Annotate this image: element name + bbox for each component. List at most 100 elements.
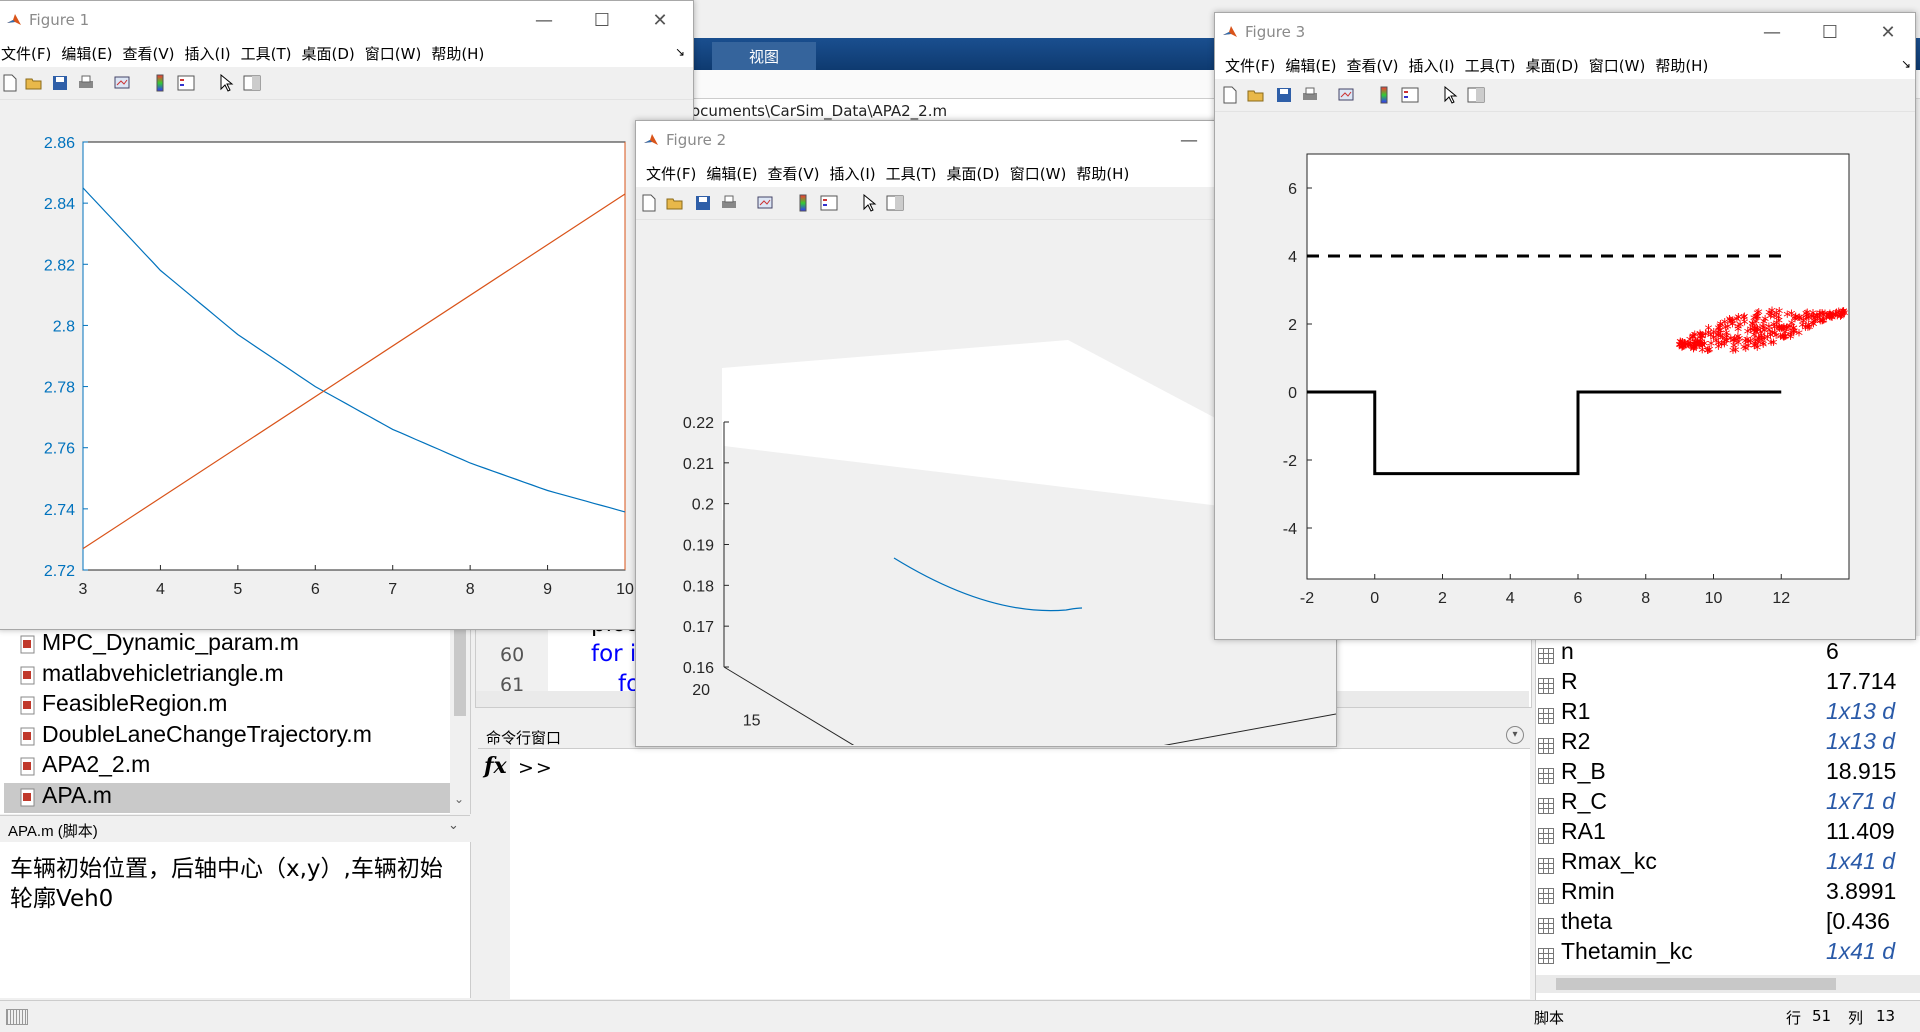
property-editor-icon[interactable] bbox=[1467, 86, 1485, 104]
menu-view[interactable]: 查看(V) bbox=[766, 163, 828, 184]
workspace-row[interactable]: R1 1x13 d bbox=[1536, 698, 1906, 728]
file-item-feasibleregion[interactable]: FeasibleRegion.m bbox=[20, 690, 227, 717]
fx-icon[interactable]: fx bbox=[484, 753, 507, 779]
figure-1-titlebar[interactable]: Figure 1 — ☐ ✕ bbox=[0, 1, 693, 39]
menu-window[interactable]: 窗口(W) bbox=[363, 43, 430, 64]
m-file-icon bbox=[20, 755, 36, 776]
menu-insert[interactable]: 插入(I) bbox=[183, 43, 239, 64]
folder-scroll-thumb[interactable] bbox=[454, 626, 466, 716]
file-item-apa[interactable]: APA.m bbox=[20, 782, 112, 809]
property-editor-icon[interactable] bbox=[243, 74, 261, 92]
new-figure-icon[interactable] bbox=[1, 74, 19, 92]
workspace-row[interactable]: Thetamin_kc 1x41 d bbox=[1536, 938, 1906, 968]
menu-edit[interactable]: 编辑(E) bbox=[59, 43, 120, 64]
open-folder-icon[interactable] bbox=[666, 194, 684, 212]
maximize-icon[interactable]: ☐ bbox=[1813, 19, 1847, 45]
workspace-row[interactable]: n6 bbox=[1536, 638, 1906, 668]
menu-tools[interactable]: 工具(T) bbox=[239, 43, 300, 64]
save-icon[interactable] bbox=[51, 74, 69, 92]
minimize-icon[interactable]: — bbox=[527, 7, 561, 33]
print-icon[interactable] bbox=[720, 194, 738, 212]
open-folder-icon[interactable] bbox=[25, 74, 43, 92]
chevron-down-icon[interactable]: ⌄ bbox=[454, 792, 464, 806]
menu-tools[interactable]: 工具(T) bbox=[884, 163, 945, 184]
link-plot-icon[interactable] bbox=[756, 194, 774, 212]
file-item-apa2-2[interactable]: APA2_2.m bbox=[20, 751, 150, 778]
menu-desktop[interactable]: 桌面(D) bbox=[945, 163, 1008, 184]
menu-edit[interactable]: 编辑(E) bbox=[704, 163, 765, 184]
x-tick-label: 8 bbox=[466, 581, 475, 598]
folder-scrollbar[interactable]: ⌄ bbox=[450, 624, 470, 814]
colorbar-icon[interactable] bbox=[794, 194, 812, 212]
workspace-row[interactable]: R2 1x13 d bbox=[1536, 728, 1906, 758]
file-item-matlabvehicletriangle[interactable]: matlabvehicletriangle.m bbox=[20, 660, 284, 687]
pointer-icon[interactable] bbox=[217, 74, 235, 92]
menu-view[interactable]: 查看(V) bbox=[121, 43, 183, 64]
workspace-row[interactable]: theta [0.436 bbox=[1536, 908, 1906, 938]
menu-insert[interactable]: 插入(I) bbox=[1407, 55, 1463, 76]
figure-3-titlebar[interactable]: Figure 3 — ☐ ✕ bbox=[1215, 13, 1915, 51]
file-item-mpc-dynamic-param[interactable]: MPC_Dynamic_param.m bbox=[20, 629, 299, 656]
var-name: RA1 bbox=[1561, 818, 1606, 844]
colorbar-icon[interactable] bbox=[1375, 86, 1393, 104]
menu-view[interactable]: 查看(V) bbox=[1345, 55, 1407, 76]
status-mode: 脚本 bbox=[1534, 1009, 1565, 1027]
minimize-icon[interactable]: — bbox=[1755, 19, 1789, 45]
menu-help[interactable]: 帮助(H) bbox=[1653, 55, 1716, 76]
workspace-hscrollbar[interactable] bbox=[1536, 975, 1920, 993]
dock-arrow-icon[interactable]: ↘ bbox=[673, 45, 693, 59]
legend-icon[interactable] bbox=[1401, 86, 1419, 104]
close-icon[interactable]: ✕ bbox=[643, 7, 677, 33]
save-icon[interactable] bbox=[694, 194, 712, 212]
legend-icon[interactable] bbox=[820, 194, 838, 212]
marker-point: * bbox=[1790, 320, 1798, 339]
menu-help[interactable]: 帮助(H) bbox=[1074, 163, 1137, 184]
minimize-icon[interactable]: — bbox=[1172, 127, 1206, 153]
menu-help[interactable]: 帮助(H) bbox=[429, 43, 492, 64]
print-icon[interactable] bbox=[77, 74, 95, 92]
property-editor-icon[interactable] bbox=[886, 194, 904, 212]
workspace-scroll-thumb[interactable] bbox=[1556, 978, 1836, 990]
save-icon[interactable] bbox=[1275, 86, 1293, 104]
code-line[interactable]: for i bbox=[591, 641, 636, 667]
panel-menu-icon[interactable]: ▾ bbox=[1506, 726, 1524, 744]
workspace-row[interactable]: R 17.714 bbox=[1536, 668, 1906, 698]
print-icon[interactable] bbox=[1301, 86, 1319, 104]
workspace-row[interactable]: Rmax_kc 1x41 d bbox=[1536, 848, 1906, 878]
open-folder-icon[interactable] bbox=[1247, 86, 1265, 104]
workspace-row[interactable]: RA1 11.409 bbox=[1536, 818, 1906, 848]
ribbon-tab-view[interactable]: 视图 bbox=[712, 42, 816, 70]
close-icon[interactable]: ✕ bbox=[1871, 19, 1905, 45]
command-window[interactable]: fx >> bbox=[478, 749, 1530, 999]
menu-window[interactable]: 窗口(W) bbox=[1587, 55, 1654, 76]
link-plot-icon[interactable] bbox=[113, 74, 131, 92]
new-figure-icon[interactable] bbox=[640, 194, 658, 212]
command-prompt[interactable]: >> bbox=[518, 757, 554, 779]
figure-1-window[interactable]: Figure 1 — ☐ ✕ 文件(F) 编辑(E) 查看(V) 插入(I) 工… bbox=[0, 0, 694, 630]
figure-3-window[interactable]: Figure 3 — ☐ ✕ 文件(F) 编辑(E) 查看(V) 插入(I) 工… bbox=[1214, 12, 1916, 640]
link-plot-icon[interactable] bbox=[1337, 86, 1355, 104]
menu-file[interactable]: 文件(F) bbox=[644, 163, 704, 184]
legend-icon[interactable] bbox=[177, 74, 195, 92]
workspace-row[interactable]: R_B 18.915 bbox=[1536, 758, 1906, 788]
workspace-row[interactable]: Rmin 3.8991 bbox=[1536, 878, 1906, 908]
var-name: R_B bbox=[1561, 758, 1606, 784]
pointer-icon[interactable] bbox=[1441, 86, 1459, 104]
menu-desktop[interactable]: 桌面(D) bbox=[300, 43, 363, 64]
colorbar-icon[interactable] bbox=[151, 74, 169, 92]
menu-tools[interactable]: 工具(T) bbox=[1463, 55, 1524, 76]
dock-arrow-icon[interactable]: ↘ bbox=[1899, 57, 1919, 71]
menu-window[interactable]: 窗口(W) bbox=[1008, 163, 1075, 184]
menu-desktop[interactable]: 桌面(D) bbox=[1524, 55, 1587, 76]
pointer-icon[interactable] bbox=[860, 194, 878, 212]
workspace-row[interactable]: R_C 1x71 d bbox=[1536, 788, 1906, 818]
menu-file[interactable]: 文件(F) bbox=[0, 43, 59, 64]
menu-insert[interactable]: 插入(I) bbox=[828, 163, 884, 184]
details-header[interactable]: APA.m (脚本) ⌄ bbox=[0, 815, 470, 843]
menu-file[interactable]: 文件(F) bbox=[1223, 55, 1283, 76]
maximize-icon[interactable]: ☐ bbox=[585, 7, 619, 33]
file-item-doublelanechangetrajectory[interactable]: DoubleLaneChangeTrajectory.m bbox=[20, 721, 372, 748]
new-figure-icon[interactable] bbox=[1221, 86, 1239, 104]
chevron-down-icon[interactable]: ⌄ bbox=[448, 818, 459, 833]
menu-edit[interactable]: 编辑(E) bbox=[1283, 55, 1344, 76]
